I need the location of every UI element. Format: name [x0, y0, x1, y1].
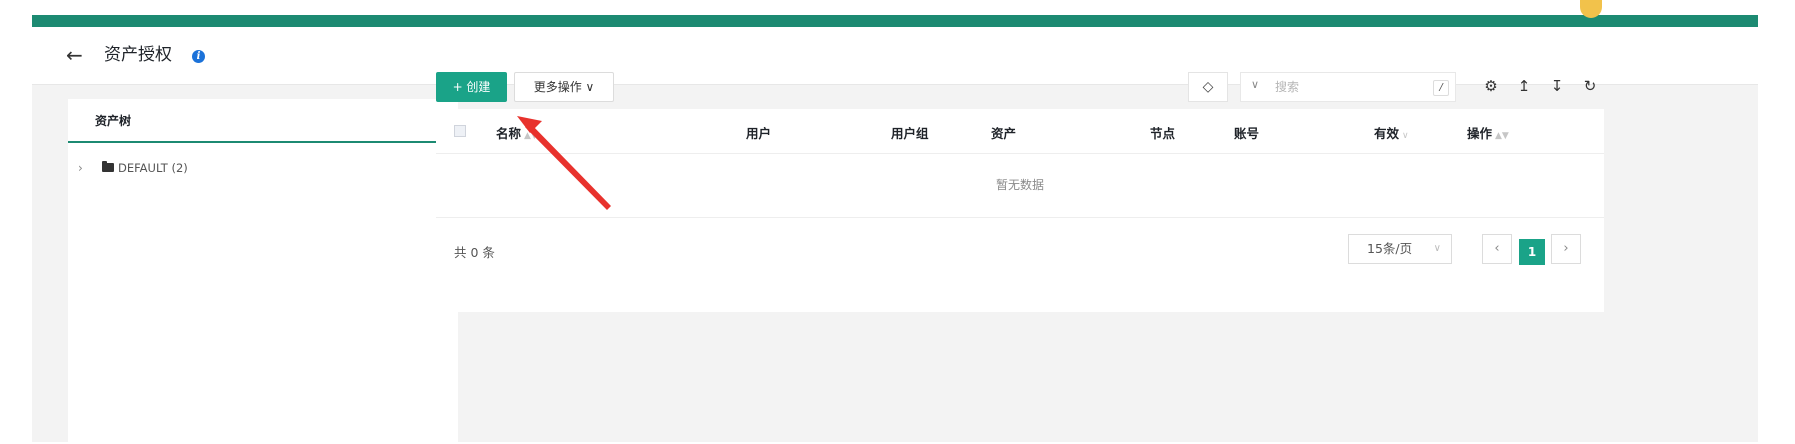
empty-row: 暂无数据: [436, 154, 1604, 218]
column-header-actions[interactable]: 操作 ▲▼: [1467, 123, 1509, 142]
filter-chevron-icon[interactable]: ∨: [1402, 131, 1409, 141]
refresh-icon[interactable]: ↻: [1579, 75, 1601, 97]
search-box[interactable]: ∨ /: [1240, 72, 1456, 102]
prev-page-button[interactable]: ‹: [1482, 234, 1512, 264]
total-count: 共 0 条: [454, 245, 495, 260]
settings-icon[interactable]: ⚙: [1480, 75, 1502, 97]
export-icon[interactable]: ↥: [1513, 75, 1535, 97]
chevron-right-icon[interactable]: ›: [78, 160, 83, 176]
top-header-bar: [32, 15, 1758, 27]
column-header-node: 节点: [1150, 126, 1176, 141]
more-actions-dropdown[interactable]: 更多操作 ∨: [514, 72, 614, 102]
page-size-select[interactable]: 15条/页 ∨: [1348, 234, 1452, 264]
table-header: 名称 ▲▼ 用户 用户组 资产 节点 账号 有效 ∨ 操作 ▲▼: [436, 109, 1604, 154]
tag-icon[interactable]: ◇: [1188, 72, 1228, 102]
next-page-button[interactable]: ›: [1551, 234, 1581, 264]
create-button[interactable]: + 创建: [436, 72, 507, 102]
sort-icon[interactable]: ▲▼: [1495, 131, 1509, 141]
info-icon[interactable]: i: [192, 50, 205, 63]
column-header-name[interactable]: 名称 ▲▼: [496, 123, 538, 142]
page-title: 资产授权: [104, 45, 172, 65]
current-page-button[interactable]: 1: [1519, 239, 1545, 265]
chevron-down-icon: ∨: [1433, 243, 1441, 254]
sort-icon[interactable]: ▲▼: [524, 131, 538, 141]
search-input[interactable]: [1275, 79, 1425, 95]
column-header-asset: 资产: [991, 126, 1017, 141]
import-icon[interactable]: ↧: [1546, 75, 1568, 97]
column-header-user: 用户: [746, 126, 772, 141]
tab-asset-tree-label: 资产树: [95, 114, 132, 128]
tree-node-label: DEFAULT (2): [118, 161, 188, 175]
search-shortcut-key: /: [1433, 80, 1449, 96]
folder-icon: [102, 161, 114, 172]
column-header-account: 账号: [1234, 126, 1260, 141]
empty-text: 暂无数据: [995, 178, 1044, 192]
arrow-left-icon[interactable]: ←: [66, 45, 83, 65]
select-all-checkbox[interactable]: [454, 125, 466, 137]
page-size-value: 15条/页: [1367, 241, 1413, 256]
column-header-user-group: 用户组: [891, 126, 929, 141]
asset-tree-panel: 资产树 › DEFAULT (2): [68, 99, 458, 444]
permissions-table: 名称 ▲▼ 用户 用户组 资产 节点 账号 有效 ∨ 操作 ▲▼ 暂无数据 共 0 条…: [436, 109, 1604, 312]
column-header-valid[interactable]: 有效 ∨: [1374, 123, 1409, 142]
chevron-down-icon[interactable]: ∨: [1251, 78, 1259, 91]
tab-asset-tree[interactable]: 资产树: [68, 99, 458, 143]
